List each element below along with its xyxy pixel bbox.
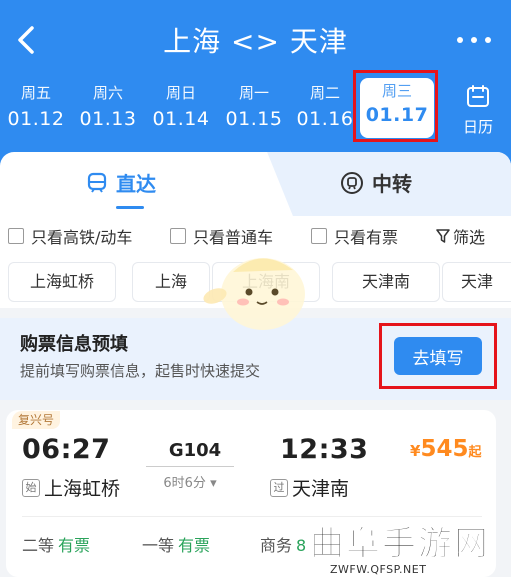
route-title: 上海 <> 天津 (163, 25, 348, 58)
date-item[interactable]: 周日 01.14 (145, 84, 217, 132)
caret-down-icon: ▾ (210, 476, 217, 491)
seat-class: 一等 (142, 536, 175, 555)
calendar-label: 日历 (462, 118, 493, 136)
filter-label: 只看有票 (334, 228, 399, 247)
checkbox-icon (170, 228, 186, 244)
tab-active-indicator (116, 206, 144, 209)
tab-transfer[interactable]: 中转 (340, 168, 412, 197)
duration[interactable]: 6时6分 ▾ (148, 472, 232, 491)
checkbox-icon (8, 228, 24, 244)
date-weekday: 周二 (309, 84, 340, 102)
date-weekday: 周六 (92, 84, 123, 102)
more-dots-icon[interactable] (454, 34, 494, 46)
date-value: 01.15 (225, 108, 283, 130)
to-station-name: 天津南 (292, 478, 350, 500)
route-line (146, 466, 234, 467)
arrive-time: 12:33 (280, 434, 369, 465)
from-station: 始 上海虹桥 (22, 474, 120, 501)
filter-available-checkbox[interactable]: 只看有票 (311, 224, 398, 248)
date-item[interactable]: 周一 01.15 (218, 84, 290, 132)
prefill-subtitle: 提前填写购票信息，起售时快速提交 (20, 362, 261, 380)
mascot-icon (203, 258, 305, 330)
filter-button[interactable]: 筛选 (436, 224, 485, 248)
duration-text: 6时6分 (163, 476, 206, 491)
date-weekday: 周五 (20, 84, 51, 102)
transfer-icon (341, 171, 363, 194)
tab-direct[interactable]: 直达 (86, 168, 156, 197)
seat-status: 有票 (58, 536, 91, 555)
seat-status: 有票 (178, 536, 211, 555)
seat-class: 二等 (22, 536, 55, 555)
filter-label: 筛选 (453, 228, 486, 247)
seat-status: 8 (296, 536, 307, 555)
depart-time: 06:27 (22, 434, 111, 465)
seat-class: 商务 (260, 536, 293, 555)
highlight-box-button (379, 323, 497, 389)
funnel-icon (436, 229, 450, 243)
start-badge: 始 (22, 478, 40, 497)
seat-business-class: 商务 8 (260, 532, 306, 556)
filter-highspeed-checkbox[interactable]: 只看高铁/动车 (8, 224, 132, 248)
pass-badge: 过 (270, 478, 288, 497)
train-number: G104 (168, 440, 222, 461)
station-chip[interactable]: 天津 (442, 262, 511, 302)
date-item[interactable]: 周二 01.16 (289, 84, 361, 132)
prefill-title: 购票信息预填 (20, 334, 128, 355)
price-suffix: 起 (468, 445, 482, 460)
tab-transfer-label: 中转 (372, 172, 412, 196)
watermark-text: 曲阜手游网 (310, 524, 490, 565)
station-chip[interactable]: 上海 (132, 262, 210, 302)
station-chip[interactable]: 天津南 (332, 262, 440, 302)
date-value: 01.16 (296, 108, 354, 130)
price: ¥545起 (410, 436, 481, 462)
station-chip[interactable]: 上海虹桥 (8, 262, 116, 302)
date-value: 01.12 (7, 108, 65, 130)
tab-direct-label: 直达 (116, 172, 156, 196)
to-station: 过 天津南 (270, 474, 349, 501)
date-item[interactable]: 周六 01.13 (72, 84, 144, 132)
date-weekday: 周一 (238, 84, 269, 102)
date-item[interactable]: 周五 01.12 (0, 84, 72, 132)
date-value: 01.13 (79, 108, 137, 130)
train-type-tag: 复兴号 (12, 411, 61, 429)
watermark-url: ZWFW.QFSP.NET (330, 563, 427, 576)
calendar-icon (467, 85, 489, 107)
highlight-box-date (353, 70, 438, 142)
train-icon (87, 172, 107, 193)
filter-label: 只看高铁/动车 (31, 228, 133, 247)
date-weekday: 周日 (165, 84, 196, 102)
calendar-button[interactable]: 日历 (456, 84, 500, 137)
seat-first-class: 一等 有票 (142, 532, 210, 556)
date-value: 01.14 (152, 108, 210, 130)
price-value: 545 (420, 436, 469, 462)
from-station-name: 上海虹桥 (44, 478, 121, 500)
price-symbol: ¥ (410, 442, 421, 460)
seat-second-class: 二等 有票 (22, 532, 90, 556)
